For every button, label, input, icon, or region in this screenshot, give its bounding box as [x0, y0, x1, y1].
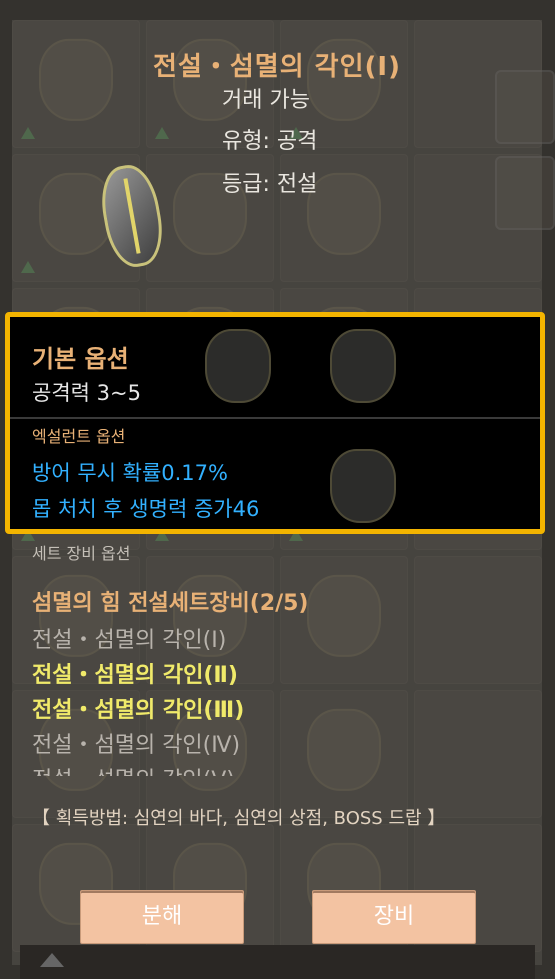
set-options-title: 세트 장비 옵션 [32, 544, 131, 563]
tradable-label: 거래 가능 [222, 88, 310, 113]
rune-icon [330, 449, 396, 523]
decompose-button[interactable]: 분해 [80, 890, 244, 944]
engraving-item-icon [95, 160, 169, 272]
rune-icon [330, 329, 396, 403]
set-name: 섬멸의 힘 전설세트장비(2/5) [32, 591, 309, 616]
set-item: 전설・섬멸의 각인(Ⅰ) [32, 628, 227, 653]
item-type: 유형: 공격 [222, 129, 318, 154]
excellent-option-line: 방어 무시 확률0.17% [32, 461, 228, 485]
rune-icon [205, 329, 271, 403]
acquire-method: 【 획득방법: 심연의 바다, 심연의 상점, BOSS 드랍 】 [32, 808, 446, 829]
set-item: 전설・섬멸의 각인(Ⅳ) [32, 733, 241, 758]
item-title: 전설・섬멸의 각인(Ⅰ) [153, 52, 401, 82]
basic-option-line: 공격력 3~5 [32, 381, 141, 405]
excellent-option-line: 몹 처치 후 생명력 증가46 [32, 497, 260, 521]
basic-options-title: 기본 옵션 [32, 345, 129, 373]
set-item: 전설・섬멸의 각인(Ⅲ) [32, 698, 245, 723]
bottom-bar [20, 945, 535, 979]
options-highlight-box: 기본 옵션 공격력 3~5 엑설런트 옵션 방어 무시 확률0.17% 몹 처치… [5, 312, 545, 534]
set-item: 전설・섬멸의 각인(Ⅱ) [32, 663, 238, 688]
equip-button[interactable]: 장비 [312, 890, 476, 944]
excellent-options-title: 엑설런트 옵션 [32, 427, 126, 446]
set-item: 전설・섬멸의 각인(Ⅴ) [32, 762, 235, 776]
scroll-up-icon[interactable] [40, 953, 64, 967]
divider [10, 417, 540, 419]
item-grade: 등급: 전설 [222, 172, 318, 197]
engraving-glyph [123, 178, 141, 254]
